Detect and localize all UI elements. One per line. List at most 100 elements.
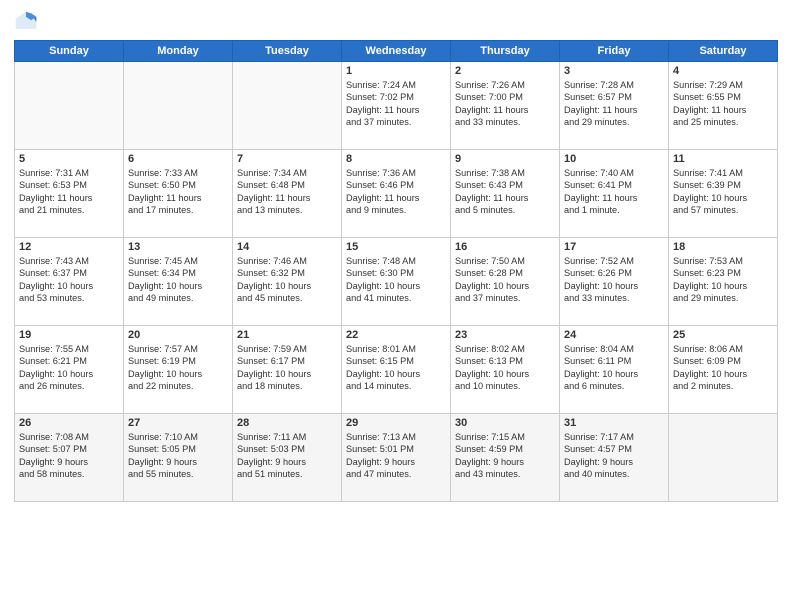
cell-content: Sunrise: 7:50 AM Sunset: 6:28 PM Dayligh… xyxy=(455,255,555,305)
calendar-cell: 5 Sunrise: 7:31 AM Sunset: 6:53 PM Daylig… xyxy=(15,150,124,238)
cell-content: Sunrise: 7:26 AM Sunset: 7:00 PM Dayligh… xyxy=(455,79,555,129)
header-day: Saturday xyxy=(669,41,778,62)
cell-content: Sunrise: 7:24 AM Sunset: 7:02 PM Dayligh… xyxy=(346,79,446,129)
day-number: 8 xyxy=(346,153,446,165)
header-day: Monday xyxy=(124,41,233,62)
calendar-cell: 18 Sunrise: 7:53 AM Sunset: 6:23 PM Dayli… xyxy=(669,238,778,326)
cell-content: Sunrise: 7:10 AM Sunset: 5:05 PM Dayligh… xyxy=(128,431,228,481)
day-number: 15 xyxy=(346,241,446,253)
cell-content: Sunrise: 7:43 AM Sunset: 6:37 PM Dayligh… xyxy=(19,255,119,305)
cell-content: Sunrise: 7:48 AM Sunset: 6:30 PM Dayligh… xyxy=(346,255,446,305)
cell-content: Sunrise: 7:41 AM Sunset: 6:39 PM Dayligh… xyxy=(673,167,773,217)
calendar-cell: 8 Sunrise: 7:36 AM Sunset: 6:46 PM Daylig… xyxy=(342,150,451,238)
day-number: 22 xyxy=(346,329,446,341)
day-number: 24 xyxy=(564,329,664,341)
header-day: Thursday xyxy=(451,41,560,62)
calendar-cell: 2 Sunrise: 7:26 AM Sunset: 7:00 PM Daylig… xyxy=(451,62,560,150)
calendar-cell: 3 Sunrise: 7:28 AM Sunset: 6:57 PM Daylig… xyxy=(560,62,669,150)
day-number: 5 xyxy=(19,153,119,165)
calendar-cell: 11 Sunrise: 7:41 AM Sunset: 6:39 PM Dayli… xyxy=(669,150,778,238)
calendar-cell: 7 Sunrise: 7:34 AM Sunset: 6:48 PM Daylig… xyxy=(233,150,342,238)
calendar-cell: 27 Sunrise: 7:10 AM Sunset: 5:05 PM Dayli… xyxy=(124,414,233,502)
calendar-cell: 21Sunrise: 7:59 AM Sunset: 6:17 PM Dayli… xyxy=(233,326,342,414)
cell-content: Sunrise: 8:04 AM Sunset: 6:11 PM Dayligh… xyxy=(564,343,664,393)
cell-content: Sunrise: 7:08 AM Sunset: 5:07 PM Dayligh… xyxy=(19,431,119,481)
calendar-cell: 20 Sunrise: 7:57 AM Sunset: 6:19 PM Dayli… xyxy=(124,326,233,414)
day-number: 28 xyxy=(237,417,337,429)
calendar-cell: 25Sunrise: 8:06 AM Sunset: 6:09 PM Dayli… xyxy=(669,326,778,414)
calendar-container: SundayMondayTuesdayWednesdayThursdayFrid… xyxy=(0,0,792,612)
cell-content: Sunrise: 7:36 AM Sunset: 6:46 PM Dayligh… xyxy=(346,167,446,217)
week-row: 5 Sunrise: 7:31 AM Sunset: 6:53 PM Daylig… xyxy=(15,150,778,238)
cell-content: Sunrise: 7:57 AM Sunset: 6:19 PM Dayligh… xyxy=(128,343,228,393)
day-number: 1 xyxy=(346,65,446,77)
day-number: 23 xyxy=(455,329,555,341)
day-number: 31 xyxy=(564,417,664,429)
day-number: 18 xyxy=(673,241,773,253)
calendar-cell: 28 Sunrise: 7:11 AM Sunset: 5:03 PM Dayli… xyxy=(233,414,342,502)
calendar-cell: 30 Sunrise: 7:15 AM Sunset: 4:59 PM Dayli… xyxy=(451,414,560,502)
week-row: 19 Sunrise: 7:55 AM Sunset: 6:21 PM Dayli… xyxy=(15,326,778,414)
cell-content: Sunrise: 7:13 AM Sunset: 5:01 PM Dayligh… xyxy=(346,431,446,481)
calendar-table: SundayMondayTuesdayWednesdayThursdayFrid… xyxy=(14,40,778,502)
day-number: 7 xyxy=(237,153,337,165)
cell-content: Sunrise: 7:31 AM Sunset: 6:53 PM Dayligh… xyxy=(19,167,119,217)
cell-content: Sunrise: 7:33 AM Sunset: 6:50 PM Dayligh… xyxy=(128,167,228,217)
calendar-cell: 19 Sunrise: 7:55 AM Sunset: 6:21 PM Dayli… xyxy=(15,326,124,414)
cell-content: Sunrise: 7:34 AM Sunset: 6:48 PM Dayligh… xyxy=(237,167,337,217)
day-number: 6 xyxy=(128,153,228,165)
day-number: 12 xyxy=(19,241,119,253)
cell-content: Sunrise: 7:59 AM Sunset: 6:17 PM Dayligh… xyxy=(237,343,337,393)
day-number: 30 xyxy=(455,417,555,429)
cell-content: Sunrise: 7:52 AM Sunset: 6:26 PM Dayligh… xyxy=(564,255,664,305)
day-number: 19 xyxy=(19,329,119,341)
week-row: 12 Sunrise: 7:43 AM Sunset: 6:37 PM Dayli… xyxy=(15,238,778,326)
week-row: 1 Sunrise: 7:24 AM Sunset: 7:02 PM Daylig… xyxy=(15,62,778,150)
day-number: 14 xyxy=(237,241,337,253)
calendar-cell: 15 Sunrise: 7:48 AM Sunset: 6:30 PM Dayli… xyxy=(342,238,451,326)
day-number: 20 xyxy=(128,329,228,341)
day-number: 11 xyxy=(673,153,773,165)
cell-content: Sunrise: 8:06 AM Sunset: 6:09 PM Dayligh… xyxy=(673,343,773,393)
calendar-cell: 12 Sunrise: 7:43 AM Sunset: 6:37 PM Dayli… xyxy=(15,238,124,326)
calendar-cell: 29 Sunrise: 7:13 AM Sunset: 5:01 PM Dayli… xyxy=(342,414,451,502)
cell-content: Sunrise: 7:11 AM Sunset: 5:03 PM Dayligh… xyxy=(237,431,337,481)
calendar-cell: 26 Sunrise: 7:08 AM Sunset: 5:07 PM Dayli… xyxy=(15,414,124,502)
calendar-cell: 6 Sunrise: 7:33 AM Sunset: 6:50 PM Daylig… xyxy=(124,150,233,238)
day-number: 9 xyxy=(455,153,555,165)
cell-content: Sunrise: 7:15 AM Sunset: 4:59 PM Dayligh… xyxy=(455,431,555,481)
header-day: Sunday xyxy=(15,41,124,62)
day-number: 17 xyxy=(564,241,664,253)
day-number: 3 xyxy=(564,65,664,77)
cell-content: Sunrise: 7:28 AM Sunset: 6:57 PM Dayligh… xyxy=(564,79,664,129)
header-row: SundayMondayTuesdayWednesdayThursdayFrid… xyxy=(15,41,778,62)
calendar-cell xyxy=(233,62,342,150)
header-day: Friday xyxy=(560,41,669,62)
calendar-cell xyxy=(669,414,778,502)
header-day: Tuesday xyxy=(233,41,342,62)
cell-content: Sunrise: 7:46 AM Sunset: 6:32 PM Dayligh… xyxy=(237,255,337,305)
logo xyxy=(14,10,42,34)
day-number: 13 xyxy=(128,241,228,253)
calendar-cell: 22 Sunrise: 8:01 AM Sunset: 6:15 PM Dayli… xyxy=(342,326,451,414)
cell-content: Sunrise: 7:53 AM Sunset: 6:23 PM Dayligh… xyxy=(673,255,773,305)
cell-content: Sunrise: 8:01 AM Sunset: 6:15 PM Dayligh… xyxy=(346,343,446,393)
calendar-cell: 13Sunrise: 7:45 AM Sunset: 6:34 PM Dayli… xyxy=(124,238,233,326)
calendar-cell: 31Sunrise: 7:17 AM Sunset: 4:57 PM Dayli… xyxy=(560,414,669,502)
calendar-cell: 10Sunrise: 7:40 AM Sunset: 6:41 PM Dayli… xyxy=(560,150,669,238)
day-number: 4 xyxy=(673,65,773,77)
day-number: 29 xyxy=(346,417,446,429)
cell-content: Sunrise: 8:02 AM Sunset: 6:13 PM Dayligh… xyxy=(455,343,555,393)
calendar-cell: 23 Sunrise: 8:02 AM Sunset: 6:13 PM Dayli… xyxy=(451,326,560,414)
calendar-cell: 1 Sunrise: 7:24 AM Sunset: 7:02 PM Daylig… xyxy=(342,62,451,150)
header-day: Wednesday xyxy=(342,41,451,62)
cell-content: Sunrise: 7:55 AM Sunset: 6:21 PM Dayligh… xyxy=(19,343,119,393)
week-row: 26 Sunrise: 7:08 AM Sunset: 5:07 PM Dayli… xyxy=(15,414,778,502)
day-number: 2 xyxy=(455,65,555,77)
header xyxy=(14,10,778,34)
day-number: 10 xyxy=(564,153,664,165)
day-number: 16 xyxy=(455,241,555,253)
day-number: 26 xyxy=(19,417,119,429)
cell-content: Sunrise: 7:29 AM Sunset: 6:55 PM Dayligh… xyxy=(673,79,773,129)
day-number: 27 xyxy=(128,417,228,429)
